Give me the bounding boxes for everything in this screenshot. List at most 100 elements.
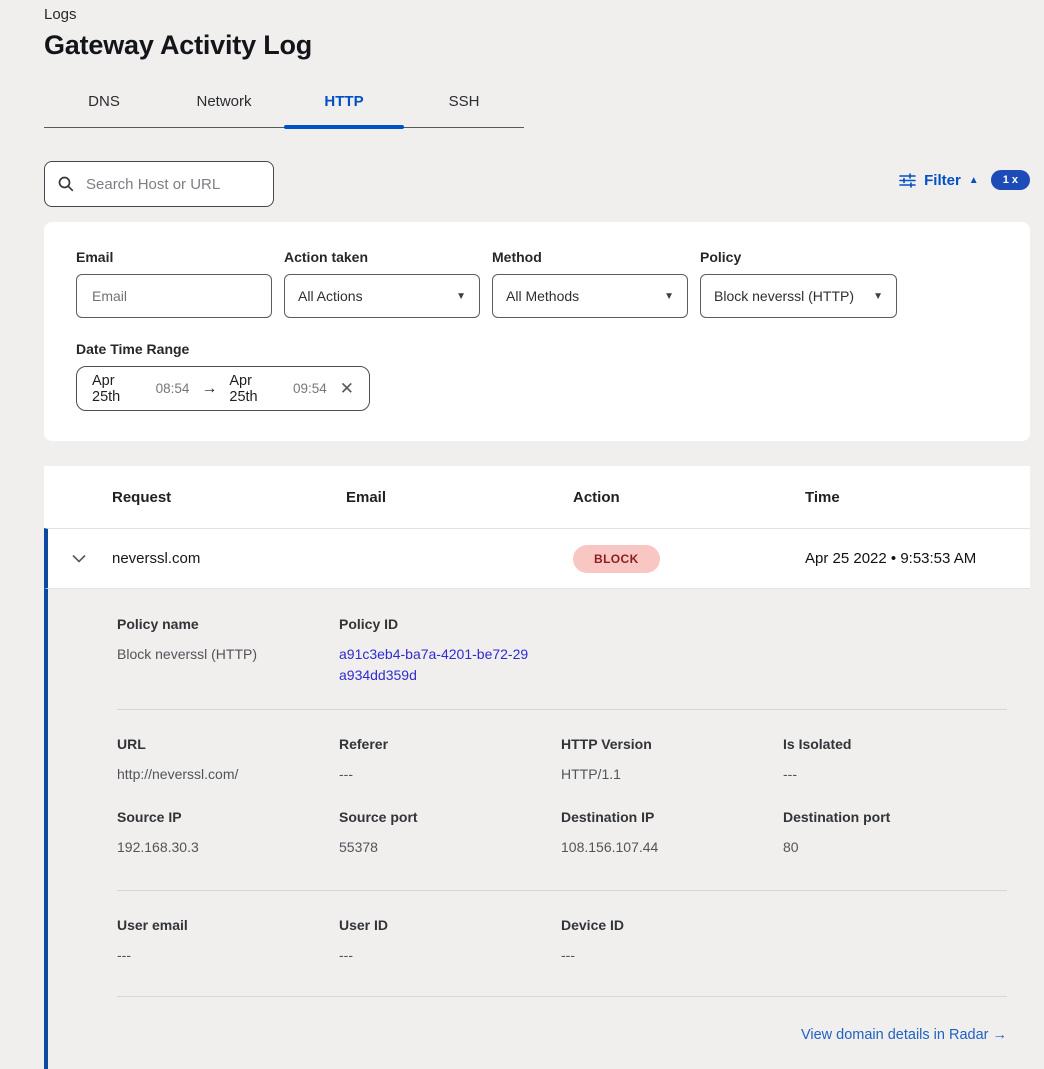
clear-date-range-icon[interactable]: ✕ [340,379,354,399]
view-in-radar-link[interactable]: View domain details in Radar → [801,1027,1007,1043]
tab-http[interactable]: HTTP [284,85,404,127]
detail-source-port: Source port 55378 [339,809,561,858]
referer-value: --- [339,764,561,785]
email-field-wrap [76,274,272,318]
filter-count-badge[interactable]: 1 x [991,170,1030,190]
method-select[interactable]: All Methods ▼ [492,274,688,318]
date-time-range-label: Date Time Range [76,341,998,357]
header-time: Time [805,489,1030,506]
detail-destination-ip: Destination IP 108.156.107.44 [561,809,783,858]
url-section: URL http://neverssl.com/ Referer --- HTT… [117,710,1007,785]
source-ip-label: Source IP [117,809,339,825]
source-port-label: Source port [339,809,561,825]
table-header-row: Request Email Action Time [44,466,1030,528]
is-isolated-label: Is Isolated [783,736,1007,752]
is-isolated-value: --- [783,764,1007,785]
detail-destination-port: Destination port 80 [783,809,1007,858]
tab-bar: DNS Network HTTP SSH [44,85,524,128]
filter-field-date-time-range: Date Time Range Apr 25th 08:54 → Apr 25t… [76,341,998,411]
url-value: http://neverssl.com/ [117,764,339,785]
policy-value: Block neverssl (HTTP) [714,288,854,304]
action-taken-value: All Actions [298,288,363,304]
table-row[interactable]: neverssl.com BLOCK Apr 25 2022 • 9:53:53… [44,528,1030,588]
detail-source-ip: Source IP 192.168.30.3 [117,809,339,858]
chevron-down-icon: ▼ [456,291,466,302]
date-range-picker[interactable]: Apr 25th 08:54 → Apr 25th 09:54 ✕ [76,366,370,411]
http-version-label: HTTP Version [561,736,783,752]
user-email-value: --- [117,945,339,966]
filter-sliders-icon [899,173,916,188]
end-time: 09:54 [293,381,327,396]
start-date: Apr 25th [92,373,147,405]
block-status-badge: BLOCK [573,545,660,573]
arrow-right-icon: → [201,380,217,398]
filter-field-action-taken: Action taken All Actions ▼ [284,249,480,318]
filter-field-method: Method All Methods ▼ [492,249,688,318]
tab-ssh[interactable]: SSH [404,85,524,127]
destination-ip-label: Destination IP [561,809,783,825]
policy-select[interactable]: Block neverssl (HTTP) ▼ [700,274,897,318]
page-title: Gateway Activity Log [44,30,1044,61]
breadcrumb: Logs [44,6,1044,23]
detail-user-email: User email --- [117,917,339,966]
action-taken-select[interactable]: All Actions ▼ [284,274,480,318]
destination-port-value: 80 [783,837,1007,858]
user-id-value: --- [339,945,561,966]
header-request: Request [112,489,346,506]
email-label: Email [76,249,272,265]
detail-policy-name: Policy name Block neverssl (HTTP) [117,616,339,686]
tab-network[interactable]: Network [164,85,284,127]
page-header: Logs Gateway Activity Log [0,0,1044,61]
detail-is-isolated: Is Isolated --- [783,736,1007,785]
policy-name-label: Policy name [117,616,339,632]
policy-label: Policy [700,249,897,265]
source-ip-value: 192.168.30.3 [117,837,339,858]
chevron-down-icon [72,554,86,563]
detail-referer: Referer --- [339,736,561,785]
log-table: Request Email Action Time neverssl.com B… [44,466,1030,1069]
user-section: User email --- User ID --- Device ID --- [117,891,1007,996]
tab-dns[interactable]: DNS [44,85,164,127]
chevron-up-icon: ▲ [969,175,979,186]
header-action: Action [573,489,805,506]
filter-panel: Email Action taken All Actions ▼ Method … [44,222,1030,441]
destination-ip-value: 108.156.107.44 [561,837,783,858]
referer-label: Referer [339,736,561,752]
connection-section: Source IP 192.168.30.3 Source port 55378… [117,785,1007,890]
filter-field-policy: Policy Block neverssl (HTTP) ▼ [700,249,897,318]
end-date: Apr 25th [229,373,284,405]
detail-device-id: Device ID --- [561,917,783,966]
row-time: Apr 25 2022 • 9:53:53 AM [805,550,1030,567]
policy-id-label: Policy ID [339,616,561,632]
source-port-value: 55378 [339,837,561,858]
search-box[interactable] [44,161,274,207]
detail-url: URL http://neverssl.com/ [117,736,339,785]
filter-toggle[interactable]: Filter ▲ 1 x [899,170,1030,190]
policy-id-link[interactable]: a91c3eb4-ba7a-4201-be72-29a934dd359d [339,644,535,686]
http-version-value: HTTP/1.1 [561,764,783,785]
search-input[interactable] [84,175,287,194]
row-details-panel: Policy name Block neverssl (HTTP) Policy… [44,588,1030,1069]
method-label: Method [492,249,688,265]
search-icon [58,176,74,192]
policy-name-value: Block neverssl (HTTP) [117,644,339,665]
destination-port-label: Destination port [783,809,1007,825]
device-id-value: --- [561,945,783,966]
toolbar: Filter ▲ 1 x [0,161,1044,207]
row-expand-toggle[interactable] [48,554,112,563]
detail-user-id: User ID --- [339,917,561,966]
filter-field-email: Email [76,249,272,318]
chevron-down-icon: ▼ [664,291,674,302]
radar-link-row: View domain details in Radar → [117,997,1007,1044]
detail-http-version: HTTP Version HTTP/1.1 [561,736,783,785]
user-id-label: User ID [339,917,561,933]
row-request: neverssl.com [112,550,346,567]
user-email-label: User email [117,917,339,933]
header-email: Email [346,489,573,506]
chevron-down-icon: ▼ [873,291,883,302]
device-id-label: Device ID [561,917,783,933]
detail-policy-id: Policy ID a91c3eb4-ba7a-4201-be72-29a934… [339,616,561,686]
email-field[interactable] [90,287,258,305]
start-time: 08:54 [156,381,190,396]
filter-label: Filter [924,172,961,189]
